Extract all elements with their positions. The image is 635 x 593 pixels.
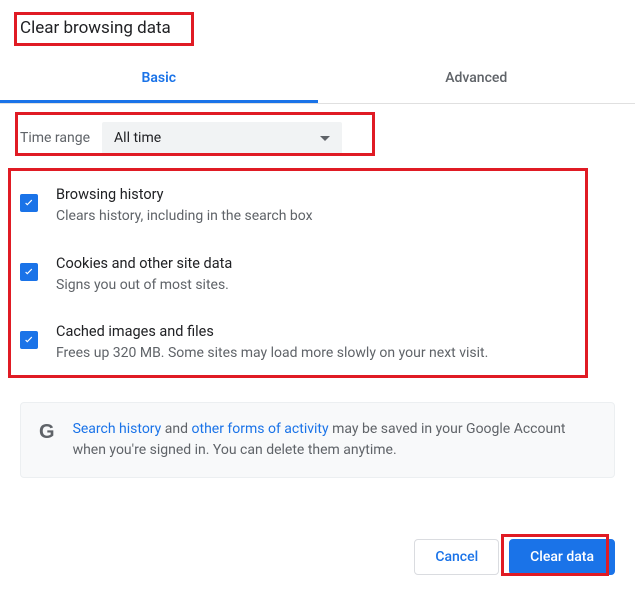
chevron-down-icon xyxy=(320,136,330,141)
check-icon xyxy=(22,333,36,347)
checkbox-cookies[interactable] xyxy=(20,263,38,281)
tab-advanced[interactable]: Advanced xyxy=(318,56,635,103)
option-desc: Frees up 320 MB. Some sites may load mor… xyxy=(56,344,615,364)
option-browsing-history: Browsing history Clears history, includi… xyxy=(20,172,615,241)
checkbox-cache[interactable] xyxy=(20,331,38,349)
option-title: Cached images and files xyxy=(56,323,615,340)
search-history-link[interactable]: Search history xyxy=(73,421,162,437)
dialog-footer: Cancel Clear data xyxy=(414,539,615,575)
checkbox-browsing-history[interactable] xyxy=(20,194,38,212)
time-range-value: All time xyxy=(114,130,161,146)
option-cookies: Cookies and other site data Signs you ou… xyxy=(20,241,615,310)
time-range-label: Time range xyxy=(20,130,90,146)
option-desc: Signs you out of most sites. xyxy=(56,276,615,296)
options-list: Browsing history Clears history, includi… xyxy=(0,162,635,388)
check-icon xyxy=(22,196,36,210)
option-title: Cookies and other site data xyxy=(56,255,615,272)
option-title: Browsing history xyxy=(56,186,615,203)
tab-basic[interactable]: Basic xyxy=(0,56,318,103)
cancel-button[interactable]: Cancel xyxy=(414,539,499,575)
google-icon: G xyxy=(39,421,55,444)
tabs: Basic Advanced xyxy=(0,56,635,104)
dialog-title: Clear browsing data xyxy=(0,0,191,50)
option-desc: Clears history, including in the search … xyxy=(56,207,615,227)
check-icon xyxy=(22,265,36,279)
clear-browsing-data-dialog: Clear browsing data Basic Advanced Time … xyxy=(0,0,635,478)
time-range-select[interactable]: All time xyxy=(102,122,342,154)
other-activity-link[interactable]: other forms of activity xyxy=(192,421,329,437)
time-range-row: Time range All time xyxy=(20,122,615,154)
google-account-info: G Search history and other forms of acti… xyxy=(20,402,615,478)
info-text: Search history and other forms of activi… xyxy=(73,419,596,461)
clear-data-button[interactable]: Clear data xyxy=(509,539,615,575)
option-cache: Cached images and files Frees up 320 MB.… xyxy=(20,309,615,378)
